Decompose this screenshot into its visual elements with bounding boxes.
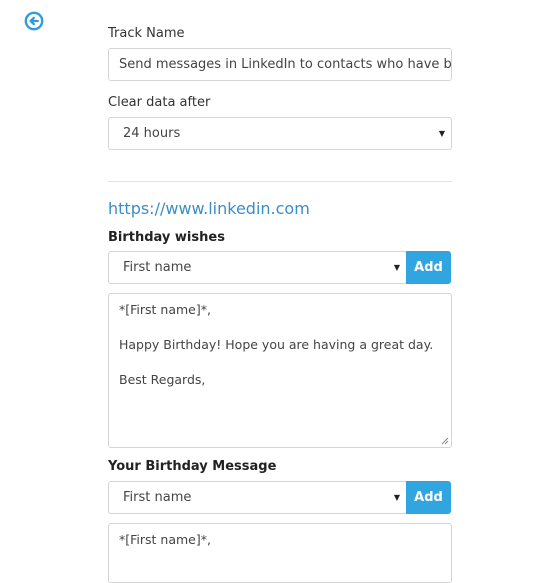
your-message-field-value: First name <box>123 490 192 505</box>
site-url-link[interactable]: https://www.linkedin.com <box>108 199 310 218</box>
clear-data-value: 24 hours <box>123 126 181 141</box>
message-line: *[First name]*, <box>119 532 211 547</box>
clear-data-label: Clear data after <box>108 95 211 110</box>
your-message-add-button[interactable]: Add <box>406 481 451 514</box>
clear-data-select[interactable]: 24 hours ▼ <box>108 117 452 150</box>
track-name-input[interactable]: Send messages in LinkedIn to contacts wh… <box>108 48 452 81</box>
resize-handle-icon[interactable] <box>441 437 449 445</box>
your-message-field-select[interactable]: First name ▼ <box>108 481 407 514</box>
birthday-wishes-field-select[interactable]: First name ▼ <box>108 251 407 284</box>
birthday-wishes-add-button[interactable]: Add <box>406 251 451 284</box>
your-message-textarea[interactable]: *[First name]*, <box>108 523 452 583</box>
dropdown-caret-icon: ▼ <box>393 493 400 502</box>
back-arrow-icon[interactable] <box>24 11 44 31</box>
dropdown-caret-icon: ▼ <box>438 129 445 138</box>
birthday-wishes-field-value: First name <box>123 260 192 275</box>
message-line: Happy Birthday! Hope you are having a gr… <box>119 337 434 352</box>
birthday-wishes-label: Birthday wishes <box>108 230 225 245</box>
message-line: Best Regards, <box>119 372 206 387</box>
dropdown-caret-icon: ▼ <box>393 263 400 272</box>
birthday-wishes-textarea[interactable]: *[First name]*, Happy Birthday! Hope you… <box>108 293 452 448</box>
section-divider <box>108 181 452 182</box>
track-name-label: Track Name <box>108 26 185 41</box>
message-line: *[First name]*, <box>119 302 211 317</box>
your-message-label: Your Birthday Message <box>108 459 277 474</box>
